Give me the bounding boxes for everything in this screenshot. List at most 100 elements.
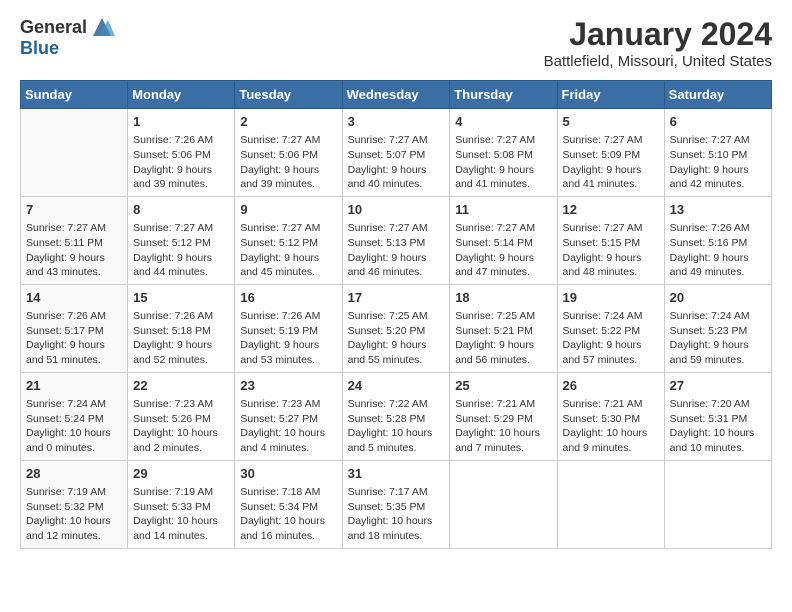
calendar-header-row: SundayMondayTuesdayWednesdayThursdayFrid… bbox=[21, 81, 772, 109]
day-number: 9 bbox=[240, 201, 336, 219]
calendar-cell: 31Sunrise: 7:17 AMSunset: 5:35 PMDayligh… bbox=[342, 460, 450, 548]
calendar-cell: 22Sunrise: 7:23 AMSunset: 5:26 PMDayligh… bbox=[128, 372, 235, 460]
day-number: 12 bbox=[563, 201, 659, 219]
day-info: Sunrise: 7:27 AMSunset: 5:07 PMDaylight:… bbox=[348, 133, 445, 192]
calendar-day-header: Thursday bbox=[450, 81, 557, 109]
day-number: 21 bbox=[26, 377, 122, 395]
calendar-cell: 4Sunrise: 7:27 AMSunset: 5:08 PMDaylight… bbox=[450, 109, 557, 197]
calendar-cell: 11Sunrise: 7:27 AMSunset: 5:14 PMDayligh… bbox=[450, 196, 557, 284]
day-info: Sunrise: 7:21 AMSunset: 5:29 PMDaylight:… bbox=[455, 397, 551, 456]
calendar-cell: 18Sunrise: 7:25 AMSunset: 5:21 PMDayligh… bbox=[450, 284, 557, 372]
day-number: 22 bbox=[133, 377, 229, 395]
day-number: 29 bbox=[133, 465, 229, 483]
calendar-cell: 21 Sunrise: 7:24 AMSunset: 5:24 PMDayligh… bbox=[21, 372, 128, 460]
day-info: Sunrise: 7:21 AMSunset: 5:30 PMDaylight:… bbox=[563, 397, 659, 456]
calendar-cell: 24Sunrise: 7:22 AMSunset: 5:28 PMDayligh… bbox=[342, 372, 450, 460]
calendar-day-header: Monday bbox=[128, 81, 235, 109]
calendar-cell: 30 Sunrise: 7:18 AMSunset: 5:34 PMDayligh… bbox=[235, 460, 342, 548]
calendar-cell: 19 Sunrise: 7:24 AMSunset: 5:22 PMDayligh… bbox=[557, 284, 664, 372]
day-info: Sunrise: 7:26 AMSunset: 5:19 PMDaylight:… bbox=[240, 309, 336, 368]
calendar-day-header: Sunday bbox=[21, 81, 128, 109]
day-info: Sunrise: 7:27 AMSunset: 5:06 PMDaylight:… bbox=[240, 133, 336, 192]
day-info: Sunrise: 7:27 AMSunset: 5:12 PMDaylight:… bbox=[133, 221, 229, 280]
calendar-cell: 28 Sunrise: 7:19 AMSunset: 5:32 PMDayligh… bbox=[21, 460, 128, 548]
calendar-week-row: 28 Sunrise: 7:19 AMSunset: 5:32 PMDayligh… bbox=[21, 460, 772, 548]
day-number: 24 bbox=[348, 377, 445, 395]
day-number: 31 bbox=[348, 465, 445, 483]
calendar-cell: 3 Sunrise: 7:27 AMSunset: 5:07 PMDaylight… bbox=[342, 109, 450, 197]
day-info: Sunrise: 7:27 AMSunset: 5:14 PMDaylight:… bbox=[455, 221, 551, 280]
day-number: 10 bbox=[348, 201, 445, 219]
calendar-cell bbox=[557, 460, 664, 548]
day-number: 13 bbox=[670, 201, 766, 219]
calendar-cell: 8 Sunrise: 7:27 AMSunset: 5:12 PMDaylight… bbox=[128, 196, 235, 284]
day-info: Sunrise: 7:25 AMSunset: 5:21 PMDaylight:… bbox=[455, 309, 551, 368]
page-subtitle: Battlefield, Missouri, United States bbox=[544, 53, 772, 70]
calendar-cell: 9 Sunrise: 7:27 AMSunset: 5:12 PMDaylight… bbox=[235, 196, 342, 284]
page-header: General Blue January 2024 Battlefield, M… bbox=[20, 16, 772, 70]
calendar-week-row: 14 Sunrise: 7:26 AMSunset: 5:17 PMDayligh… bbox=[21, 284, 772, 372]
calendar-week-row: 7Sunrise: 7:27 AMSunset: 5:11 PMDaylight… bbox=[21, 196, 772, 284]
calendar-cell: 15 Sunrise: 7:26 AMSunset: 5:18 PMDayligh… bbox=[128, 284, 235, 372]
day-info: Sunrise: 7:23 AMSunset: 5:27 PMDaylight:… bbox=[240, 397, 336, 456]
calendar-cell: 23 Sunrise: 7:23 AMSunset: 5:27 PMDayligh… bbox=[235, 372, 342, 460]
calendar-cell: 16 Sunrise: 7:26 AMSunset: 5:19 PMDayligh… bbox=[235, 284, 342, 372]
day-number: 3 bbox=[348, 113, 445, 131]
day-info: Sunrise: 7:26 AMSunset: 5:16 PMDaylight:… bbox=[670, 221, 766, 280]
day-info: Sunrise: 7:19 AMSunset: 5:33 PMDaylight:… bbox=[133, 485, 229, 544]
title-block: January 2024 Battlefield, Missouri, Unit… bbox=[544, 16, 772, 70]
day-number: 16 bbox=[240, 289, 336, 307]
calendar-cell: 25 Sunrise: 7:21 AMSunset: 5:29 PMDayligh… bbox=[450, 372, 557, 460]
calendar-day-header: Friday bbox=[557, 81, 664, 109]
calendar-cell: 5 Sunrise: 7:27 AMSunset: 5:09 PMDaylight… bbox=[557, 109, 664, 197]
day-info: Sunrise: 7:27 AMSunset: 5:15 PMDaylight:… bbox=[563, 221, 659, 280]
day-number: 15 bbox=[133, 289, 229, 307]
day-number: 30 bbox=[240, 465, 336, 483]
day-number: 7 bbox=[26, 201, 122, 219]
calendar-cell: 14 Sunrise: 7:26 AMSunset: 5:17 PMDayligh… bbox=[21, 284, 128, 372]
day-number: 25 bbox=[455, 377, 551, 395]
day-number: 19 bbox=[563, 289, 659, 307]
calendar-cell: 1Sunrise: 7:26 AMSunset: 5:06 PMDaylight… bbox=[128, 109, 235, 197]
day-info: Sunrise: 7:20 AMSunset: 5:31 PMDaylight:… bbox=[670, 397, 766, 456]
day-info: Sunrise: 7:24 AMSunset: 5:24 PMDaylight:… bbox=[26, 397, 122, 456]
day-info: Sunrise: 7:18 AMSunset: 5:34 PMDaylight:… bbox=[240, 485, 336, 544]
day-info: Sunrise: 7:24 AMSunset: 5:22 PMDaylight:… bbox=[563, 309, 659, 368]
day-number: 27 bbox=[670, 377, 766, 395]
day-info: Sunrise: 7:26 AMSunset: 5:18 PMDaylight:… bbox=[133, 309, 229, 368]
day-info: Sunrise: 7:27 AMSunset: 5:12 PMDaylight:… bbox=[240, 221, 336, 280]
calendar-cell: 6Sunrise: 7:27 AMSunset: 5:10 PMDaylight… bbox=[664, 109, 771, 197]
calendar-cell: 12 Sunrise: 7:27 AMSunset: 5:15 PMDayligh… bbox=[557, 196, 664, 284]
day-info: Sunrise: 7:24 AMSunset: 5:23 PMDaylight:… bbox=[670, 309, 766, 368]
day-info: Sunrise: 7:27 AMSunset: 5:09 PMDaylight:… bbox=[563, 133, 659, 192]
day-number: 14 bbox=[26, 289, 122, 307]
calendar-cell: 2 Sunrise: 7:27 AMSunset: 5:06 PMDaylight… bbox=[235, 109, 342, 197]
day-number: 8 bbox=[133, 201, 229, 219]
calendar-table: SundayMondayTuesdayWednesdayThursdayFrid… bbox=[20, 80, 772, 549]
logo: General Blue bbox=[20, 16, 117, 59]
logo-blue-text: Blue bbox=[20, 38, 59, 58]
calendar-cell bbox=[450, 460, 557, 548]
logo-general-text: General bbox=[20, 17, 87, 38]
day-number: 1 bbox=[133, 113, 229, 131]
day-number: 17 bbox=[348, 289, 445, 307]
day-info: Sunrise: 7:19 AMSunset: 5:32 PMDaylight:… bbox=[26, 485, 122, 544]
logo-icon bbox=[89, 16, 115, 38]
day-info: Sunrise: 7:26 AMSunset: 5:17 PMDaylight:… bbox=[26, 309, 122, 368]
day-info: Sunrise: 7:27 AMSunset: 5:10 PMDaylight:… bbox=[670, 133, 766, 192]
day-info: Sunrise: 7:25 AMSunset: 5:20 PMDaylight:… bbox=[348, 309, 445, 368]
calendar-day-header: Wednesday bbox=[342, 81, 450, 109]
calendar-cell bbox=[21, 109, 128, 197]
calendar-day-header: Saturday bbox=[664, 81, 771, 109]
calendar-cell: 13 Sunrise: 7:26 AMSunset: 5:16 PMDayligh… bbox=[664, 196, 771, 284]
calendar-week-row: 21 Sunrise: 7:24 AMSunset: 5:24 PMDayligh… bbox=[21, 372, 772, 460]
calendar-cell: 27 Sunrise: 7:20 AMSunset: 5:31 PMDayligh… bbox=[664, 372, 771, 460]
day-info: Sunrise: 7:27 AMSunset: 5:08 PMDaylight:… bbox=[455, 133, 551, 192]
calendar-cell: 29 Sunrise: 7:19 AMSunset: 5:33 PMDayligh… bbox=[128, 460, 235, 548]
day-number: 5 bbox=[563, 113, 659, 131]
calendar-cell: 20Sunrise: 7:24 AMSunset: 5:23 PMDayligh… bbox=[664, 284, 771, 372]
page-title: January 2024 bbox=[544, 16, 772, 53]
day-number: 2 bbox=[240, 113, 336, 131]
day-number: 28 bbox=[26, 465, 122, 483]
day-number: 23 bbox=[240, 377, 336, 395]
